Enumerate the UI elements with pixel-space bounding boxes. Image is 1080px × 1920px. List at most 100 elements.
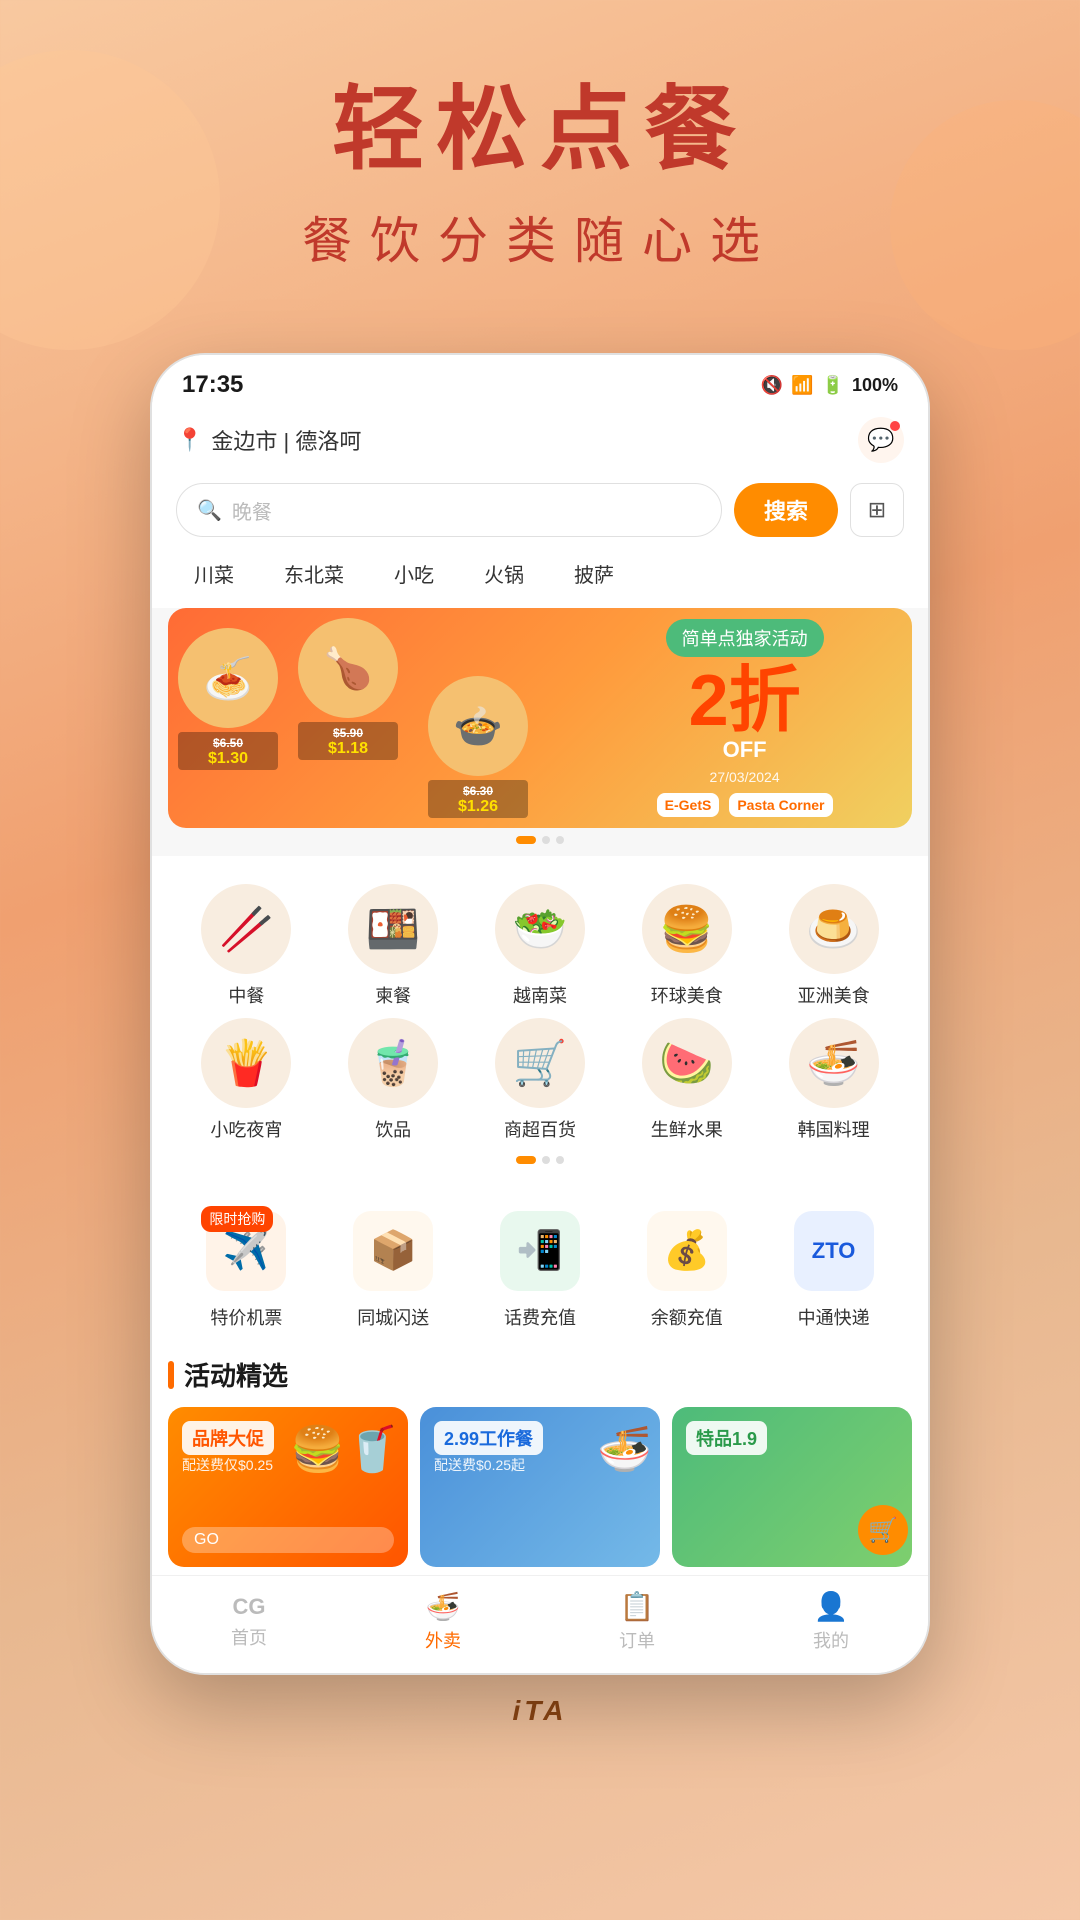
cat-tag-chuancai[interactable]: 川菜: [176, 553, 252, 594]
food-cat-zhongcan[interactable]: 🥢 中餐: [178, 884, 315, 1008]
search-icon: 🔍: [197, 498, 222, 523]
cat-tag-huoguo[interactable]: 火锅: [466, 553, 542, 594]
status-time: 17:35: [182, 371, 243, 399]
food-cat-icon-4: 🍔: [642, 884, 732, 974]
food-cat-label-6: 小吃夜宵: [210, 1116, 282, 1142]
promo-off: OFF: [723, 737, 767, 763]
food-cat-icon-2: 🍱: [348, 884, 438, 974]
phone-frame-wrapper: 17:35 🔇 📶 🔋 100% 📍 金边市 | 德洛呵 💬 🔍: [150, 353, 930, 1675]
status-icons: 🔇 📶 🔋 100%: [761, 375, 898, 396]
service-label-4: 余额充值: [651, 1304, 723, 1330]
grid-dot-3: [556, 1156, 564, 1164]
food-cat-label-5: 亚洲美食: [798, 982, 870, 1008]
food-cat-icon-8: 🛒: [495, 1018, 585, 1108]
location-icon: 📍: [176, 427, 203, 453]
banner-dot-1: [516, 836, 536, 844]
service-topup[interactable]: 📲 话费充值: [472, 1206, 609, 1330]
activity-card-3[interactable]: 特品1.9 🛒: [672, 1407, 912, 1567]
nav-home[interactable]: CG 首页: [152, 1594, 346, 1650]
promo-banner[interactable]: 🍝 $6.50 $1.30 🍗 $5.90 $1.18: [168, 608, 912, 828]
service-label-2: 同城闪送: [357, 1304, 429, 1330]
food-cat-snacks[interactable]: 🍟 小吃夜宵: [178, 1018, 315, 1142]
food-cat-drinks[interactable]: 🧋 饮品: [325, 1018, 462, 1142]
food-cat-icon-6: 🍟: [201, 1018, 291, 1108]
food-cat-icon-10: 🍜: [789, 1018, 879, 1108]
service-icon-bg-5: ZTO: [794, 1211, 874, 1291]
service-label-3: 话费充值: [504, 1304, 576, 1330]
cat-tag-pisa[interactable]: 披萨: [556, 553, 632, 594]
activity-card-1-go: GO: [182, 1527, 394, 1553]
food-cat-supermarket[interactable]: 🛒 商超百货: [472, 1018, 609, 1142]
service-icon-wrap-4: 💰: [642, 1206, 732, 1296]
promo-tag: 简单点独家活动: [666, 619, 824, 657]
food-cat-label-7: 饮品: [375, 1116, 411, 1142]
food-image-2: 🍗: [298, 618, 398, 718]
search-button[interactable]: 搜索: [734, 483, 838, 537]
nav-home-icon: CG: [233, 1594, 266, 1620]
food-cat-vietnam[interactable]: 🥗 越南菜: [472, 884, 609, 1008]
food-cat-jiancan[interactable]: 🍱 柬餐: [325, 884, 462, 1008]
activity-cards: 品牌大促 配送费仅$0.25 🍔🥤 GO 2.99工作餐 配送费$0.25起 🍜: [168, 1407, 912, 1567]
food-cat-label-4: 环球美食: [651, 982, 723, 1008]
hero-subtitle: 餐饮分类随心选: [40, 201, 1040, 273]
category-tags: 川菜 东北菜 小吃 火锅 披萨: [152, 549, 928, 608]
activity-title: 活动精选: [184, 1356, 288, 1393]
nav-profile-label: 我的: [813, 1627, 849, 1653]
service-icon-wrap-2: 📦: [348, 1206, 438, 1296]
nav-orders[interactable]: 📋 订单: [540, 1590, 734, 1653]
food-cat-fresh[interactable]: 🍉 生鲜水果: [618, 1018, 755, 1142]
service-grid: ✈️ 限时抢购 特价机票 📦 同城闪送 📲 话费充值: [178, 1206, 902, 1330]
activity-card-1-food: 🍔🥤: [290, 1423, 400, 1475]
message-button[interactable]: 💬: [858, 417, 904, 463]
bottom-navigation: CG 首页 🍜 外卖 📋 订单 👤 我的: [152, 1575, 928, 1673]
nav-profile[interactable]: 👤 我的: [734, 1590, 928, 1653]
service-icon-bg-4: 💰: [647, 1211, 727, 1291]
activity-card-1[interactable]: 品牌大促 配送费仅$0.25 🍔🥤 GO: [168, 1407, 408, 1567]
grid-dot-2: [542, 1156, 550, 1164]
location-text: 金边市 | 德洛呵: [211, 424, 361, 456]
service-icon-wrap-1: ✈️ 限时抢购: [201, 1206, 291, 1296]
food-cat-asian[interactable]: 🍮 亚洲美食: [765, 884, 902, 1008]
food-cat-icon-9: 🍉: [642, 1018, 732, 1108]
service-zto[interactable]: ZTO 中通快递: [765, 1206, 902, 1330]
message-badge: [890, 421, 900, 431]
activity-header: 活动精选: [168, 1356, 912, 1393]
message-icon: 💬: [867, 427, 894, 453]
food-price-1: $6.50 $1.30: [178, 732, 278, 770]
cat-tag-dongbeicai[interactable]: 东北菜: [266, 553, 362, 594]
activity-card-1-content: 品牌大促 配送费仅$0.25 🍔🥤 GO: [168, 1407, 408, 1567]
food-cat-label-9: 生鲜水果: [651, 1116, 723, 1142]
cat-tag-xiaochi[interactable]: 小吃: [376, 553, 452, 594]
service-icon-bg-3: 📲: [500, 1211, 580, 1291]
nav-home-label: 首页: [231, 1624, 267, 1650]
food-cat-label-8: 商超百货: [504, 1116, 576, 1142]
activity-card-1-label: 品牌大促: [182, 1421, 274, 1455]
app-store-label: iTA: [492, 1675, 587, 1747]
food-cat-world[interactable]: 🍔 环球美食: [618, 884, 755, 1008]
banner-promo-area: 简单点独家活动 2折 OFF 27/03/2024 E-GetS Pasta C…: [577, 619, 912, 817]
food-price-2: $5.90 $1.18: [298, 722, 398, 760]
banner-area: 🍝 $6.50 $1.30 🍗 $5.90 $1.18: [152, 608, 928, 856]
mute-icon: 🔇: [761, 375, 783, 396]
service-icon-bg-2: 📦: [353, 1211, 433, 1291]
activity-card-2[interactable]: 2.99工作餐 配送费$0.25起 🍜: [420, 1407, 660, 1567]
service-flights[interactable]: ✈️ 限时抢购 特价机票: [178, 1206, 315, 1330]
scan-button[interactable]: ⊞: [850, 483, 904, 537]
status-bar: 17:35 🔇 📶 🔋 100%: [152, 355, 928, 407]
phone-frame: 17:35 🔇 📶 🔋 100% 📍 金边市 | 德洛呵 💬 🔍: [150, 353, 930, 1675]
search-input-wrapper[interactable]: 🔍 晚餐: [176, 483, 722, 537]
food-cat-korean[interactable]: 🍜 韩国料理: [765, 1018, 902, 1142]
food-cat-icon-7: 🧋: [348, 1018, 438, 1108]
service-label-5: 中通快递: [798, 1304, 870, 1330]
service-delivery[interactable]: 📦 同城闪送: [325, 1206, 462, 1330]
banner-food-item-1: 🍝 $6.50 $1.30: [178, 628, 278, 770]
nav-waimai[interactable]: 🍜 外卖: [346, 1590, 540, 1653]
banner-dot-2: [542, 836, 550, 844]
location-area[interactable]: 📍 金边市 | 德洛呵: [176, 424, 361, 456]
food-cat-icon-3: 🥗: [495, 884, 585, 974]
service-badge-1: 限时抢购: [201, 1206, 273, 1232]
promo-date: 27/03/2024: [710, 769, 780, 785]
nav-orders-label: 订单: [619, 1627, 655, 1653]
banner-dot-3: [556, 836, 564, 844]
service-balance[interactable]: 💰 余额充值: [618, 1206, 755, 1330]
